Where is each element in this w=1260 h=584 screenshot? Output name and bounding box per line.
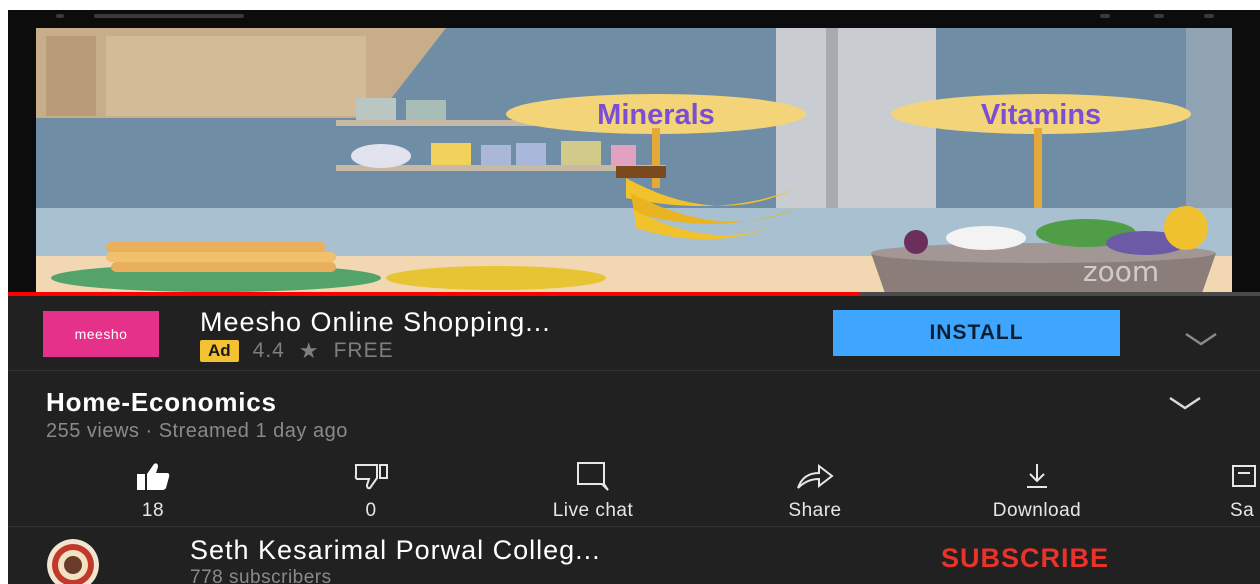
vitamins-label: Vitamins xyxy=(981,99,1101,131)
share-icon xyxy=(797,463,834,489)
save-icon xyxy=(1232,465,1256,487)
channel-avatar[interactable] xyxy=(47,539,99,584)
meesho-logo: meesho xyxy=(43,311,159,357)
chevron-down-icon[interactable] xyxy=(1184,332,1218,346)
video-frame[interactable]: Minerals Vitamins zoom xyxy=(36,28,1232,296)
subscriber-count: 778 subscribers xyxy=(190,567,332,584)
ad-title[interactable]: Meesho Online Shopping... xyxy=(200,307,551,338)
channel-row[interactable]: Seth Kesarimal Porwal Colleg... 778 subs… xyxy=(8,527,1260,584)
ad-price: FREE xyxy=(333,339,394,362)
save-label: Sa xyxy=(1230,500,1255,521)
save-button[interactable]: Sa xyxy=(1174,456,1260,526)
divider xyxy=(8,370,1260,371)
live-chat-button[interactable]: Live chat xyxy=(508,456,678,526)
live-chat-label: Live chat xyxy=(552,500,634,521)
star-icon: ★ xyxy=(298,338,320,363)
video-top-bar xyxy=(8,10,1260,28)
ad-rating: 4.4 xyxy=(252,339,285,362)
like-count: 18 xyxy=(141,500,165,521)
install-button[interactable]: INSTALL xyxy=(833,310,1120,356)
subscribe-button[interactable]: SUBSCRIBE xyxy=(941,543,1109,574)
video-player[interactable]: Minerals Vitamins zoom xyxy=(8,10,1260,296)
chevron-down-icon[interactable] xyxy=(1168,396,1202,410)
channel-name[interactable]: Seth Kesarimal Porwal Colleg... xyxy=(190,535,601,566)
action-bar: 18 0 Live chat Share Download Sa xyxy=(8,456,1260,526)
download-icon xyxy=(1027,464,1047,488)
download-button[interactable]: Download xyxy=(952,456,1122,526)
live-chat-icon xyxy=(577,462,609,491)
minerals-label: Minerals xyxy=(597,99,715,131)
ad-badge: Ad xyxy=(200,340,239,362)
ad-banner[interactable]: meesho Meesho Online Shopping... Ad 4.4 … xyxy=(8,296,1260,370)
like-button[interactable]: 18 xyxy=(68,456,238,526)
video-title[interactable]: Home-Economics xyxy=(46,387,277,418)
ad-meta: Ad 4.4 ★ FREE xyxy=(200,338,394,364)
download-label: Download xyxy=(992,500,1082,521)
youtube-watch-screen: Minerals Vitamins zoom meesho Meesho Onl… xyxy=(8,10,1260,584)
video-meta: 255 views · Streamed 1 day ago xyxy=(46,420,348,442)
dislike-icon xyxy=(354,464,388,490)
zoom-watermark: zoom xyxy=(1083,255,1159,288)
like-icon xyxy=(137,463,170,490)
share-button[interactable]: Share xyxy=(730,456,900,526)
dislike-count: 0 xyxy=(365,500,377,521)
dislike-button[interactable]: 0 xyxy=(286,456,456,526)
share-label: Share xyxy=(788,500,842,521)
